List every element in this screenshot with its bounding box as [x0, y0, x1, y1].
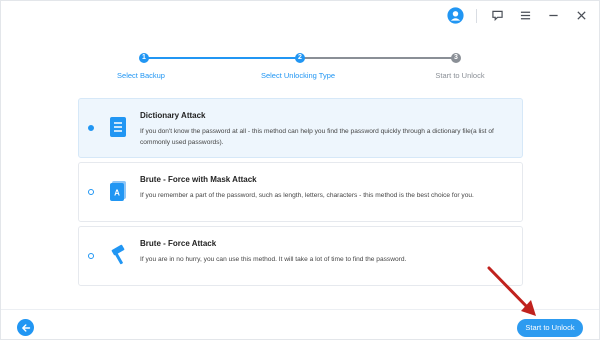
- radio-brute-force-mask[interactable]: [88, 189, 94, 195]
- close-icon[interactable]: [573, 8, 589, 24]
- option-dictionary-attack[interactable]: Dictionary Attack If you don't know the …: [78, 98, 523, 158]
- option-description: If you don't know the password at all - …: [140, 128, 494, 146]
- option-brute-force[interactable]: Brute - Force Attack If you are in no hu…: [78, 226, 523, 286]
- option-brute-force-mask[interactable]: A Brute - Force with Mask Attack If you …: [78, 162, 523, 222]
- back-arrow-icon: [21, 323, 30, 332]
- option-description: If you remember a part of the password, …: [140, 192, 474, 199]
- svg-text:A: A: [114, 189, 120, 198]
- option-description: If you are in no hurry, you can use this…: [140, 256, 407, 263]
- stepper-line-completed: [144, 57, 300, 59]
- unlock-type-options: Dictionary Attack If you don't know the …: [78, 98, 523, 290]
- option-title: Brute - Force Attack: [140, 239, 217, 248]
- radio-dictionary-attack[interactable]: [88, 125, 94, 131]
- app-window: 1 2 3 Select Backup Select Unlocking Typ…: [0, 0, 600, 340]
- user-avatar-icon[interactable]: [447, 7, 464, 24]
- step-3-dot: 3: [451, 53, 461, 63]
- option-title: Brute - Force with Mask Attack: [140, 175, 257, 184]
- option-title: Dictionary Attack: [140, 111, 206, 120]
- footer-divider: [1, 309, 599, 310]
- stepper-line-pending: [300, 57, 456, 59]
- minimize-icon[interactable]: [545, 8, 561, 24]
- dictionary-file-icon: [110, 117, 126, 137]
- title-bar: [1, 1, 599, 31]
- progress-stepper: 1 2 3: [139, 53, 461, 63]
- hammer-icon: [111, 244, 125, 265]
- step-1-dot: 1: [139, 53, 149, 63]
- title-bar-controls: [447, 7, 589, 24]
- feedback-icon[interactable]: [489, 8, 505, 24]
- back-button[interactable]: [17, 319, 34, 336]
- step-2-dot: 2: [295, 53, 305, 63]
- title-bar-divider: [476, 8, 477, 23]
- menu-icon[interactable]: [517, 8, 533, 24]
- step-3-label: Start to Unlock: [435, 71, 485, 80]
- mask-document-icon: A: [110, 181, 126, 201]
- step-2-label: Select Unlocking Type: [260, 71, 336, 80]
- start-to-unlock-button[interactable]: Start to Unlock: [517, 319, 583, 337]
- step-1-label: Select Backup: [117, 71, 165, 80]
- radio-brute-force[interactable]: [88, 253, 94, 259]
